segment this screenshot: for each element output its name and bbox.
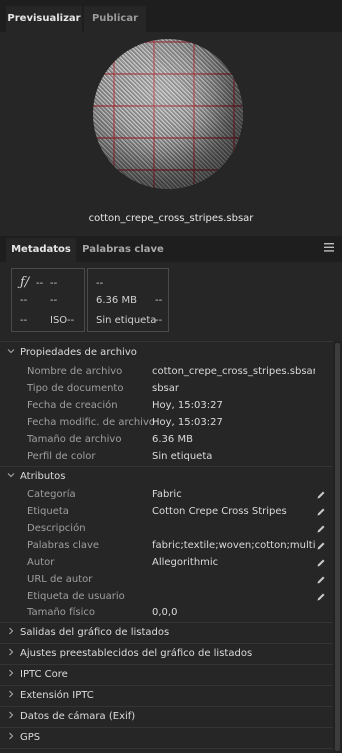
pencil-icon[interactable] — [316, 507, 326, 517]
property-key: Fecha modific. de archivo — [27, 417, 155, 428]
property-value: sbsar — [152, 383, 180, 394]
color-label: Sin etiqueta — [96, 315, 157, 326]
property-key: Nombre de archivo — [27, 366, 123, 377]
file-field: -- — [155, 295, 163, 306]
section-listing-presets[interactable]: Ajustes preestablecidos del gráfico de l… — [0, 645, 333, 663]
chevron-down-icon — [7, 344, 15, 362]
attribute-value[interactable]: Cotton Crepe Cross Stripes — [152, 504, 287, 520]
property-row: Nombre de archivo cotton_crepe_cross_str… — [0, 364, 333, 380]
section-title: Extensión IPTC — [20, 690, 94, 701]
section-title: GPS — [20, 732, 41, 743]
attribute-value[interactable]: Fabric — [152, 487, 182, 503]
chevron-down-icon — [7, 468, 15, 486]
property-row: Tamaño de archivo 6.36 MB — [0, 432, 333, 448]
section-title: Ajustes preestablecidos del gráfico de l… — [20, 648, 253, 659]
camera-field: -- — [20, 295, 28, 306]
iso-value: -- — [67, 315, 75, 326]
attribute-key: Etiqueta — [27, 506, 69, 517]
metadata-properties: Propiedades de archivo Nombre de archivo… — [0, 341, 342, 753]
pencil-icon[interactable] — [316, 490, 326, 500]
panel-menu-icon[interactable] — [324, 243, 334, 253]
file-size: 6.36 MB — [96, 295, 137, 306]
attribute-key: Tamaño físico — [27, 607, 95, 618]
chevron-right-icon — [7, 687, 15, 705]
attribute-key: Descripción — [27, 523, 86, 534]
attribute-key: Palabras clave — [27, 540, 100, 551]
attribute-key: Categoría — [27, 489, 76, 500]
file-field: -- — [155, 315, 163, 326]
chevron-right-icon — [7, 666, 15, 684]
pencil-icon[interactable] — [316, 541, 326, 551]
tab-metadata[interactable]: Metadatos — [6, 238, 76, 262]
aperture-icon: ƒ/ — [20, 275, 30, 290]
preview-panel: cotton_crepe_cross_stripes.sbsar — [0, 32, 342, 232]
chevron-right-icon — [7, 708, 15, 726]
chevron-right-icon — [7, 645, 15, 663]
pencil-icon[interactable] — [316, 592, 326, 602]
top-tab-bar: Previsualizar Publicar — [0, 0, 342, 33]
tab-publish[interactable]: Publicar — [83, 6, 146, 32]
property-row: Perfil de color Sin etiqueta — [0, 449, 333, 465]
attribute-row: Tamaño físico 0,0,0 — [0, 605, 333, 621]
property-value: Hoy, 15:03:27 — [152, 400, 223, 411]
attribute-row[interactable]: Etiqueta de usuario — [0, 589, 333, 605]
camera-field: -- — [50, 295, 58, 306]
property-value: Hoy, 15:03:27 — [152, 417, 223, 428]
shutter-value: -- — [50, 278, 58, 289]
section-iptc-core[interactable]: IPTC Core — [0, 666, 333, 684]
pencil-icon[interactable] — [316, 575, 326, 585]
section-title: Datos de cámara (Exif) — [20, 711, 136, 722]
attribute-row[interactable]: Autor Allegorithmic — [0, 555, 333, 571]
property-row: Fecha modific. de archivo Hoy, 15:03:27 — [0, 415, 333, 431]
camera-info-card: ƒ/ -- -- -- -- -- ISO -- — [11, 268, 85, 332]
section-gps[interactable]: GPS — [0, 729, 333, 747]
attribute-key: Autor — [27, 557, 55, 568]
attribute-row[interactable]: Categoría Fabric — [0, 487, 333, 503]
property-key: Fecha de creación — [27, 400, 118, 411]
property-row: Tipo de documento sbsar — [0, 381, 333, 397]
property-value: Sin etiqueta — [152, 451, 213, 462]
attribute-value: 0,0,0 — [152, 607, 178, 618]
attribute-row[interactable]: Palabras clave fabric;textile;woven;cott… — [0, 538, 333, 554]
file-info-card: -- 6.36 MB -- Sin etiqueta -- — [87, 268, 169, 332]
metadata-tab-bar: Metadatos Palabras clave — [0, 236, 342, 262]
property-key: Perfil de color — [27, 451, 96, 462]
attribute-key: URL de autor — [27, 574, 93, 585]
vertical-scrollbar[interactable] — [333, 341, 342, 753]
iso-label: ISO — [50, 315, 68, 326]
file-field: -- — [96, 278, 104, 289]
attribute-row[interactable]: URL de autor — [0, 572, 333, 588]
section-camera-data[interactable]: Datos de cámara (Exif) — [0, 708, 333, 726]
chevron-right-icon — [7, 624, 15, 642]
attribute-row[interactable]: Descripción — [0, 521, 333, 537]
section-title: IPTC Core — [20, 669, 68, 680]
section-title: Atributos — [20, 471, 66, 482]
section-title: Propiedades de archivo — [20, 347, 137, 358]
preview-filename: cotton_crepe_cross_stripes.sbsar — [88, 213, 254, 224]
camera-field: -- — [20, 315, 28, 326]
pencil-icon[interactable] — [316, 558, 326, 568]
attribute-value[interactable]: fabric;textile;woven;cotton;multicolor — [152, 538, 315, 554]
property-row: Fecha de creación Hoy, 15:03:27 — [0, 398, 333, 414]
material-preview-sphere — [93, 39, 243, 189]
section-attributes[interactable]: Atributos — [0, 468, 333, 486]
attribute-value[interactable]: Allegorithmic — [152, 555, 218, 571]
section-title: Salidas del gráfico de listados — [20, 627, 170, 638]
tab-keywords[interactable]: Palabras clave — [78, 238, 168, 262]
pencil-icon[interactable] — [316, 524, 326, 534]
section-file-properties[interactable]: Propiedades de archivo — [0, 344, 333, 362]
tab-preview[interactable]: Previsualizar — [6, 6, 82, 32]
property-value: 6.36 MB — [152, 434, 193, 445]
section-iptc-extension[interactable]: Extensión IPTC — [0, 687, 333, 705]
scrollbar-thumb[interactable] — [335, 343, 340, 751]
attribute-row[interactable]: Etiqueta Cotton Crepe Cross Stripes — [0, 504, 333, 520]
property-key: Tipo de documento — [27, 383, 124, 394]
section-listing-outputs[interactable]: Salidas del gráfico de listados — [0, 624, 333, 642]
property-value: cotton_crepe_cross_stripes.sbsar — [152, 366, 315, 377]
chevron-right-icon — [7, 729, 15, 747]
property-key: Tamaño de archivo — [27, 434, 122, 445]
aperture-value: -- — [36, 278, 44, 289]
attribute-key: Etiqueta de usuario — [27, 591, 125, 602]
